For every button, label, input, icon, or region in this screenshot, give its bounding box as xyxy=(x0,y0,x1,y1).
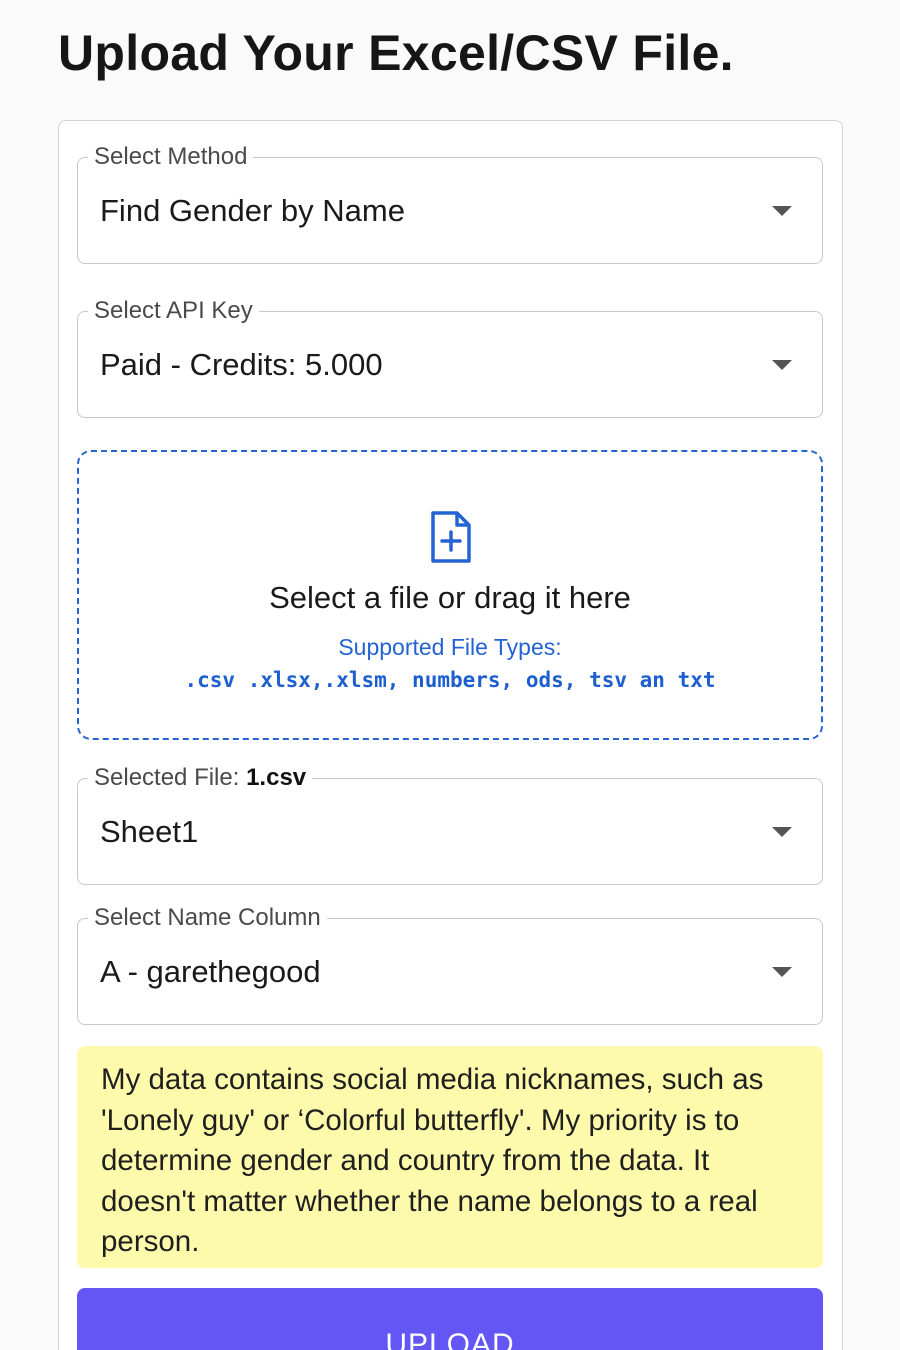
sheet-select-value: Sheet1 xyxy=(100,813,199,849)
upload-page: Upload Your Excel/CSV File. Select Metho… xyxy=(0,0,900,1350)
method-select-value: Find Gender by Name xyxy=(100,192,405,228)
chevron-down-icon xyxy=(772,826,792,837)
chevron-down-icon xyxy=(772,966,792,977)
name-column-select[interactable]: Select Name Column A - garethegood xyxy=(77,903,823,1025)
supported-types-list: .csv .xlsx,.xlsm, numbers, ods, tsv an t… xyxy=(184,668,716,692)
selected-file-name: 1.csv xyxy=(246,764,307,791)
data-note: My data contains social media nicknames,… xyxy=(77,1046,823,1268)
api-key-select-value: Paid - Credits: 5.000 xyxy=(100,346,383,382)
method-select[interactable]: Select Method Find Gender by Name xyxy=(77,142,823,264)
file-dropzone[interactable]: Select a file or drag it here Supported … xyxy=(77,450,823,740)
chevron-down-icon xyxy=(772,359,792,370)
name-column-select-value: A - garethegood xyxy=(100,953,321,989)
sheet-select[interactable]: Selected File: 1.csv Sheet1 xyxy=(77,763,823,885)
page-title: Upload Your Excel/CSV File. xyxy=(58,25,734,81)
dropzone-instruction: Select a file or drag it here xyxy=(269,580,631,615)
supported-types-label: Supported File Types: xyxy=(338,634,562,660)
file-plus-icon xyxy=(431,511,471,563)
chevron-down-icon xyxy=(772,205,792,216)
upload-button[interactable]: UPLOAD xyxy=(77,1288,823,1350)
api-key-select[interactable]: Select API Key Paid - Credits: 5.000 xyxy=(77,296,823,418)
